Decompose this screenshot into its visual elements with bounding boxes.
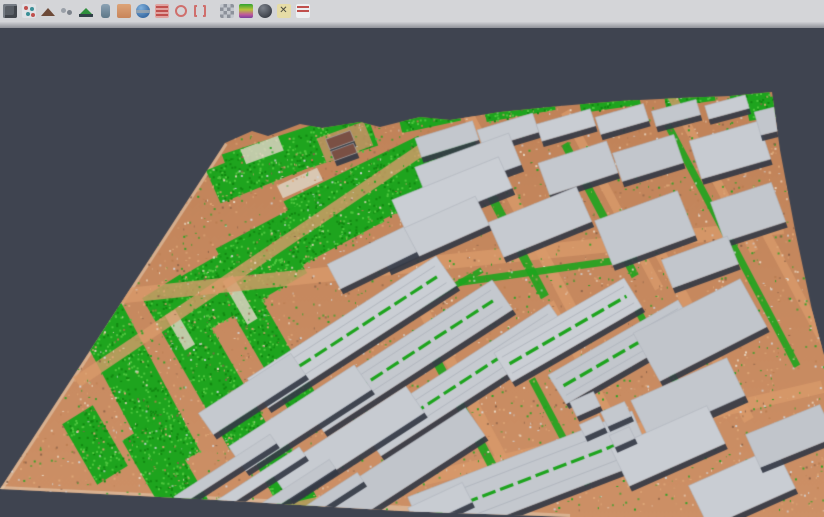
colored-points-button[interactable] (20, 2, 38, 20)
crop-selection-button[interactable] (191, 2, 209, 20)
points-gray-icon (60, 4, 74, 18)
square-orange-icon (117, 4, 131, 18)
main-toolbar: ✕ (0, 0, 824, 22)
mesh-dark-icon (3, 4, 17, 18)
stripes-red-icon (155, 4, 169, 18)
bar-blue-icon (101, 4, 110, 18)
crop-red-icon (193, 4, 207, 18)
checker-gray-icon (220, 4, 234, 18)
terrain-green-button[interactable] (77, 2, 95, 20)
report-button[interactable] (294, 2, 312, 20)
stripes-wr-icon (296, 4, 310, 18)
3d-point-cloud-viewport[interactable] (0, 28, 824, 517)
checker-texture-button[interactable] (218, 2, 236, 20)
colormap-icon (239, 4, 253, 18)
mound-green-icon (79, 4, 93, 18)
toolbar-gap (209, 2, 217, 20)
warn-yellow-icon: ✕ (277, 4, 291, 18)
target-circle-button[interactable] (172, 2, 190, 20)
gray-points-button[interactable] (58, 2, 76, 20)
column-tool-button[interactable] (96, 2, 114, 20)
warning-tool-button[interactable]: ✕ (275, 2, 293, 20)
dark-sphere-button[interactable] (256, 2, 274, 20)
mesh-tool-button[interactable] (1, 2, 19, 20)
circle-red-icon (174, 4, 188, 18)
application-window: ✕ (0, 0, 824, 517)
mound-brown-icon (41, 4, 55, 18)
terrain-brown-button[interactable] (39, 2, 57, 20)
sphere-dark-icon (258, 4, 272, 18)
orange-surface-button[interactable] (115, 2, 133, 20)
globe-blue-icon (136, 4, 150, 18)
colormap-button[interactable] (237, 2, 255, 20)
globe-view-button[interactable] (134, 2, 152, 20)
layer-stripes-button[interactable] (153, 2, 171, 20)
points-color-icon (22, 4, 36, 18)
viewport-container (0, 28, 824, 517)
